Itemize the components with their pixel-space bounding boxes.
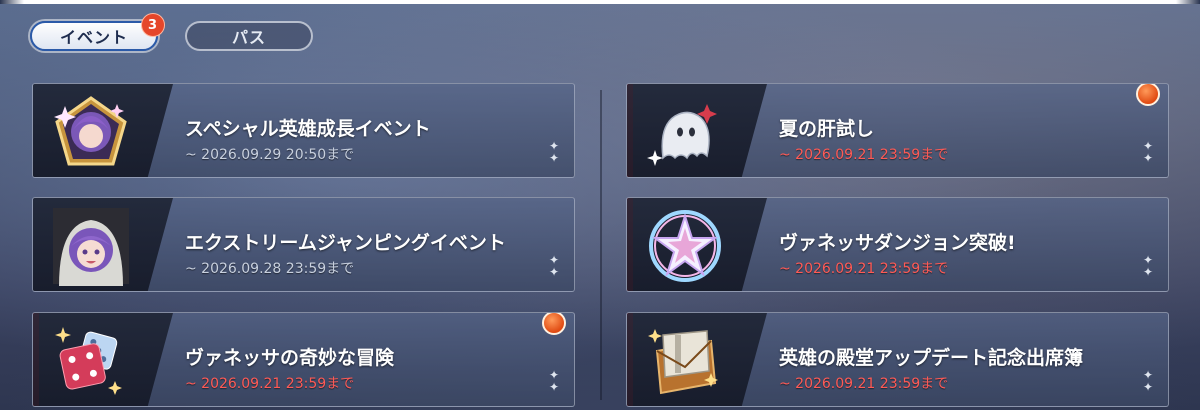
event-card-vanessa-adventure[interactable]: ヴァネッサの奇妙な冒険 ~ 2026.09.21 23:59まで ✦ ✦ xyxy=(32,312,575,407)
sparkle-icon: ✦ ✦ xyxy=(548,368,560,394)
event-icon-panel xyxy=(33,313,173,406)
new-indicator-dot xyxy=(542,313,566,335)
event-icon-panel xyxy=(627,84,767,177)
star-crystal-icon xyxy=(645,206,725,286)
event-card-hall-of-heroes-attendance[interactable]: 英雄の殿堂アップデート記念出席簿 ~ 2026.09.21 23:59まで ✦ ✦ xyxy=(626,312,1169,407)
notification-badge: 3 xyxy=(141,13,165,37)
event-title: エクストリームジャンピングイベント xyxy=(185,232,506,254)
event-icon-panel xyxy=(33,84,173,177)
tab-events[interactable]: イベント 3 xyxy=(30,13,165,51)
sparkle-icon: ✦ ✦ xyxy=(1142,368,1154,394)
sparkle-icon: ✦ ✦ xyxy=(548,139,560,165)
column-divider xyxy=(600,90,602,400)
event-end-date: ~ 2026.09.21 23:59まで xyxy=(779,376,949,392)
event-end-date: ~ 2026.09.21 23:59まで xyxy=(185,376,355,392)
hero-portrait-hood-icon xyxy=(51,206,131,286)
tab-bar: イベント 3 パス xyxy=(30,13,313,51)
dice-icon xyxy=(51,321,131,401)
hero-portrait-pentagon-icon xyxy=(51,92,131,172)
attendance-book-icon xyxy=(645,321,725,401)
event-icon-panel xyxy=(627,313,767,406)
event-card-special-hero-growth[interactable]: スペシャル英雄成長イベント ~ 2026.09.29 20:50まで ✦ ✦ xyxy=(32,83,575,178)
event-title: スペシャル英雄成長イベント xyxy=(185,118,431,140)
event-title: 英雄の殿堂アップデート記念出席簿 xyxy=(779,347,1084,369)
tab-pass-label: パス xyxy=(231,28,266,47)
sparkle-icon: ✦ ✦ xyxy=(548,253,560,279)
event-icon-panel xyxy=(33,198,173,291)
ghost-icon xyxy=(645,92,725,172)
event-icon-panel xyxy=(627,198,767,291)
event-end-date: ~ 2026.09.28 23:59まで xyxy=(185,261,355,277)
event-title: ヴァネッサの奇妙な冒険 xyxy=(185,347,395,369)
event-card-extreme-jumping[interactable]: エクストリームジャンピングイベント ~ 2026.09.28 23:59まで ✦… xyxy=(32,197,575,292)
event-end-date: ~ 2026.09.21 23:59まで xyxy=(779,261,949,277)
tab-events-label: イベント xyxy=(59,28,128,47)
event-end-date: ~ 2026.09.29 20:50まで xyxy=(185,147,355,163)
new-indicator-dot xyxy=(1136,84,1160,106)
tab-pass[interactable]: パス xyxy=(185,21,313,51)
event-card-vanessa-dungeon[interactable]: ヴァネッサダンジョン突破! ~ 2026.09.21 23:59まで ✦ ✦ xyxy=(626,197,1169,292)
event-title: 夏の肝試し xyxy=(779,118,875,140)
sparkle-icon: ✦ ✦ xyxy=(1142,139,1154,165)
event-title: ヴァネッサダンジョン突破! xyxy=(779,232,1016,254)
sparkle-icon: ✦ ✦ xyxy=(1142,253,1154,279)
event-end-date: ~ 2026.09.21 23:59まで xyxy=(779,147,949,163)
event-card-summer-test-of-courage[interactable]: 夏の肝試し ~ 2026.09.21 23:59まで ✦ ✦ xyxy=(626,83,1169,178)
top-border xyxy=(0,0,1200,4)
